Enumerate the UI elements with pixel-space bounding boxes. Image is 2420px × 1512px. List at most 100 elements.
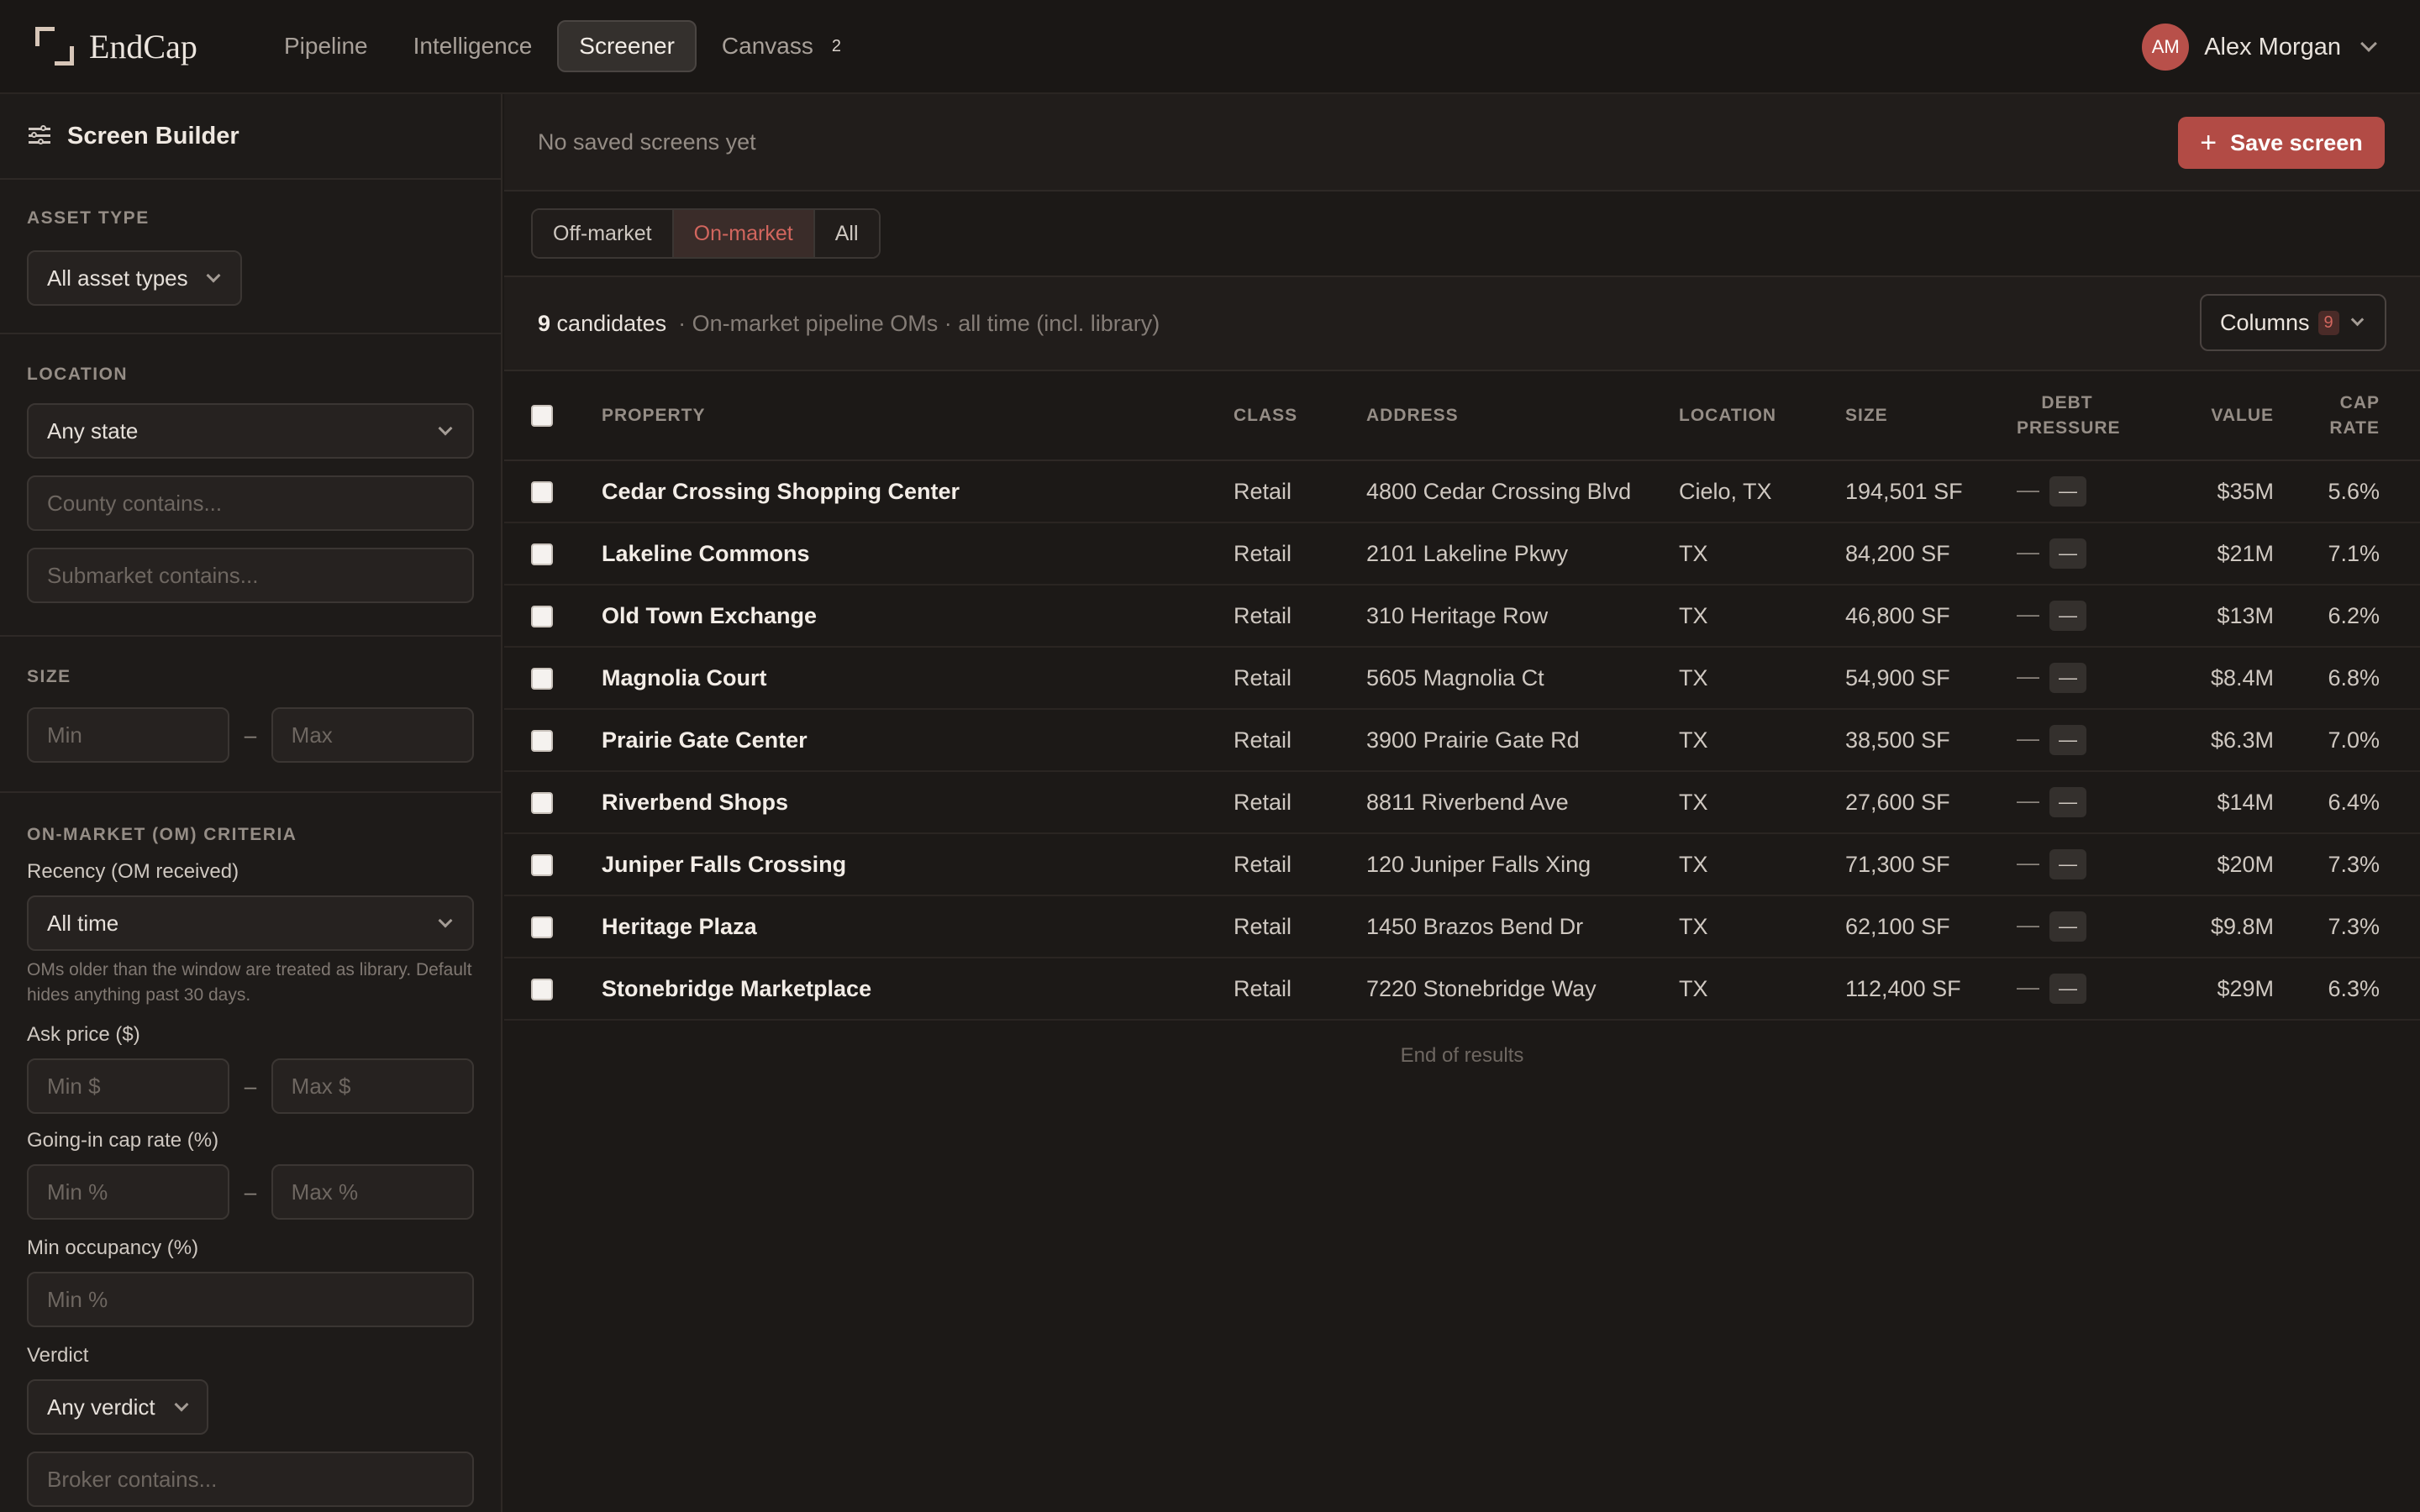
property-name[interactable]: Magnolia Court [602, 647, 1234, 710]
property-class: Retail [1234, 647, 1366, 710]
property-location: TX [1679, 895, 1845, 958]
row-checkbox[interactable] [531, 730, 553, 753]
segment-label: On-market [693, 221, 793, 245]
property-size: 38,500 SF [1845, 709, 2008, 772]
debt-pressure-chip[interactable]: — [2049, 974, 2086, 1004]
ask-max-input[interactable]: Max $ [271, 1058, 475, 1114]
row-checkbox[interactable] [531, 792, 553, 815]
table-row[interactable]: Magnolia Court Retail 5605 Magnolia Ct TX 54… [504, 647, 2420, 710]
header-size[interactable]: SIZE [1845, 371, 2008, 461]
submarket-input[interactable]: Submarket contains... [27, 548, 474, 603]
row-checkbox[interactable] [531, 854, 553, 877]
debt-pressure-chip[interactable]: — [2049, 601, 2086, 631]
header-cap-rate[interactable]: CAP RATE [2274, 371, 2386, 461]
recency-hint: OMs older than the window are treated as… [27, 960, 472, 1005]
size-max-input[interactable]: Max [271, 707, 475, 763]
debt-pressure-cell: — — [2008, 647, 2171, 710]
nav-tab-label: Intelligence [413, 33, 533, 59]
table-row[interactable]: Old Town Exchange Retail 310 Heritage Row T… [504, 585, 2420, 648]
header-location[interactable]: LOCATION [1679, 371, 1845, 461]
asset-type-section: ASSET TYPE All asset types [0, 180, 501, 334]
property-name[interactable]: Lakeline Commons [602, 522, 1234, 585]
property-size: 71,300 SF [1845, 833, 2008, 896]
table-row[interactable]: Heritage Plaza Retail 1450 Brazos Bend Dr T… [504, 895, 2420, 958]
county-placeholder: County contains... [47, 490, 223, 516]
debt-pressure-chip[interactable]: — [2049, 538, 2086, 569]
property-class: Retail [1234, 585, 1366, 648]
header-property[interactable]: PROPERTY [602, 371, 1234, 461]
table-row[interactable]: Riverbend Shops Retail 8811 Riverbend Ave T… [504, 771, 2420, 834]
row-checkbox[interactable] [531, 668, 553, 690]
candidates-table: PROPERTY CLASS ADDRESS LOCATION SIZE DEB… [504, 371, 2420, 1021]
debt-pressure-chip[interactable]: — [2049, 911, 2086, 942]
property-name[interactable]: Juniper Falls Crossing [602, 833, 1234, 896]
cap-min-input[interactable]: Min % [27, 1164, 230, 1220]
nav-tab-pipeline[interactable]: Pipeline [264, 20, 388, 72]
columns-button[interactable]: Columns 9 [2200, 294, 2386, 351]
size-min-input[interactable]: Min [27, 707, 230, 763]
property-name[interactable]: Cedar Crossing Shopping Center [602, 460, 1234, 523]
saved-screens-empty-text: No saved screens yet [538, 129, 756, 155]
property-location: TX [1679, 522, 1845, 585]
debt-pressure-chip[interactable]: — [2049, 476, 2086, 507]
header-class[interactable]: CLASS [1234, 371, 1366, 461]
occupancy-input[interactable]: Min % [27, 1272, 474, 1327]
segment-all[interactable]: All [814, 210, 879, 257]
top-nav-bar: EndCap Pipeline Intelligence Screener Ca… [0, 0, 2420, 94]
row-checkbox[interactable] [531, 543, 553, 566]
user-menu[interactable]: AM Alex Morgan [2142, 24, 2377, 71]
debt-pressure-chip[interactable]: — [2049, 849, 2086, 879]
table-row[interactable]: Juniper Falls Crossing Retail 120 Juniper … [504, 833, 2420, 896]
state-select[interactable]: Any state [27, 403, 474, 459]
verdict-select[interactable]: Any verdict [27, 1379, 208, 1435]
size-section: SIZE Min – Max [0, 637, 501, 793]
location-section: LOCATION Any state County contains... Su… [0, 334, 501, 637]
table-row[interactable]: Cedar Crossing Shopping Center Retail 4800… [504, 460, 2420, 523]
county-input[interactable]: County contains... [27, 475, 474, 531]
table-row[interactable]: Prairie Gate Center Retail 3900 Prairie Ga… [504, 709, 2420, 772]
debt-pressure-chip[interactable]: — [2049, 787, 2086, 817]
header-debt-pressure[interactable]: DEBT PRESSURE [2008, 371, 2171, 461]
row-spacer [2386, 647, 2420, 710]
property-name[interactable]: Old Town Exchange [602, 585, 1234, 648]
debt-pressure-chip[interactable]: — [2049, 663, 2086, 693]
segment-on-market[interactable]: On-market [673, 210, 815, 257]
screener-main: No saved screens yet + Save screen Off-m… [504, 94, 2420, 1512]
row-checkbox[interactable] [531, 481, 553, 504]
chevron-down-icon [2350, 312, 2364, 326]
header-cap-line2: RATE [2329, 417, 2380, 438]
property-name[interactable]: Riverbend Shops [602, 771, 1234, 834]
segment-off-market[interactable]: Off-market [533, 210, 674, 257]
property-location: TX [1679, 958, 1845, 1021]
header-address[interactable]: ADDRESS [1366, 371, 1679, 461]
header-cap-line1: CAP [2339, 392, 2380, 412]
brand-logo[interactable]: EndCap [35, 27, 213, 66]
cap-max-input[interactable]: Max % [271, 1164, 475, 1220]
recency-select[interactable]: All time [27, 895, 474, 951]
row-checkbox[interactable] [531, 606, 553, 628]
table-row[interactable]: Stonebridge Marketplace Retail 7220 Stoneb… [504, 958, 2420, 1021]
property-name[interactable]: Prairie Gate Center [602, 709, 1234, 772]
select-all-checkbox[interactable] [531, 404, 553, 427]
property-name[interactable]: Heritage Plaza [602, 895, 1234, 958]
save-screen-button[interactable]: + Save screen [2178, 117, 2385, 169]
debt-pressure-value: — [2017, 912, 2039, 937]
ask-min-input[interactable]: Min $ [27, 1058, 230, 1114]
table-row[interactable]: Lakeline Commons Retail 2101 Lakeline Pkwy… [504, 522, 2420, 585]
property-size: 84,200 SF [1845, 522, 2008, 585]
debt-pressure-chip[interactable]: — [2049, 725, 2086, 755]
market-filter-row: Off-market On-market All [504, 192, 2420, 277]
row-checkbox[interactable] [531, 916, 553, 939]
row-checkbox[interactable] [531, 979, 553, 1001]
nav-tab-canvass[interactable]: Canvass 2 [702, 20, 861, 72]
brand-name: EndCap [89, 27, 197, 66]
main-nav: Pipeline Intelligence Screener Canvass 2 [264, 20, 866, 72]
property-name[interactable]: Stonebridge Marketplace [602, 958, 1234, 1021]
broker-input[interactable]: Broker contains... [27, 1452, 474, 1507]
row-spacer [2386, 895, 2420, 958]
nav-tab-intelligence[interactable]: Intelligence [393, 20, 553, 72]
header-value[interactable]: VALUE [2171, 371, 2274, 461]
debt-pressure-cell: — — [2008, 522, 2171, 585]
asset-type-select[interactable]: All asset types [27, 250, 242, 306]
nav-tab-screener[interactable]: Screener [557, 20, 697, 72]
